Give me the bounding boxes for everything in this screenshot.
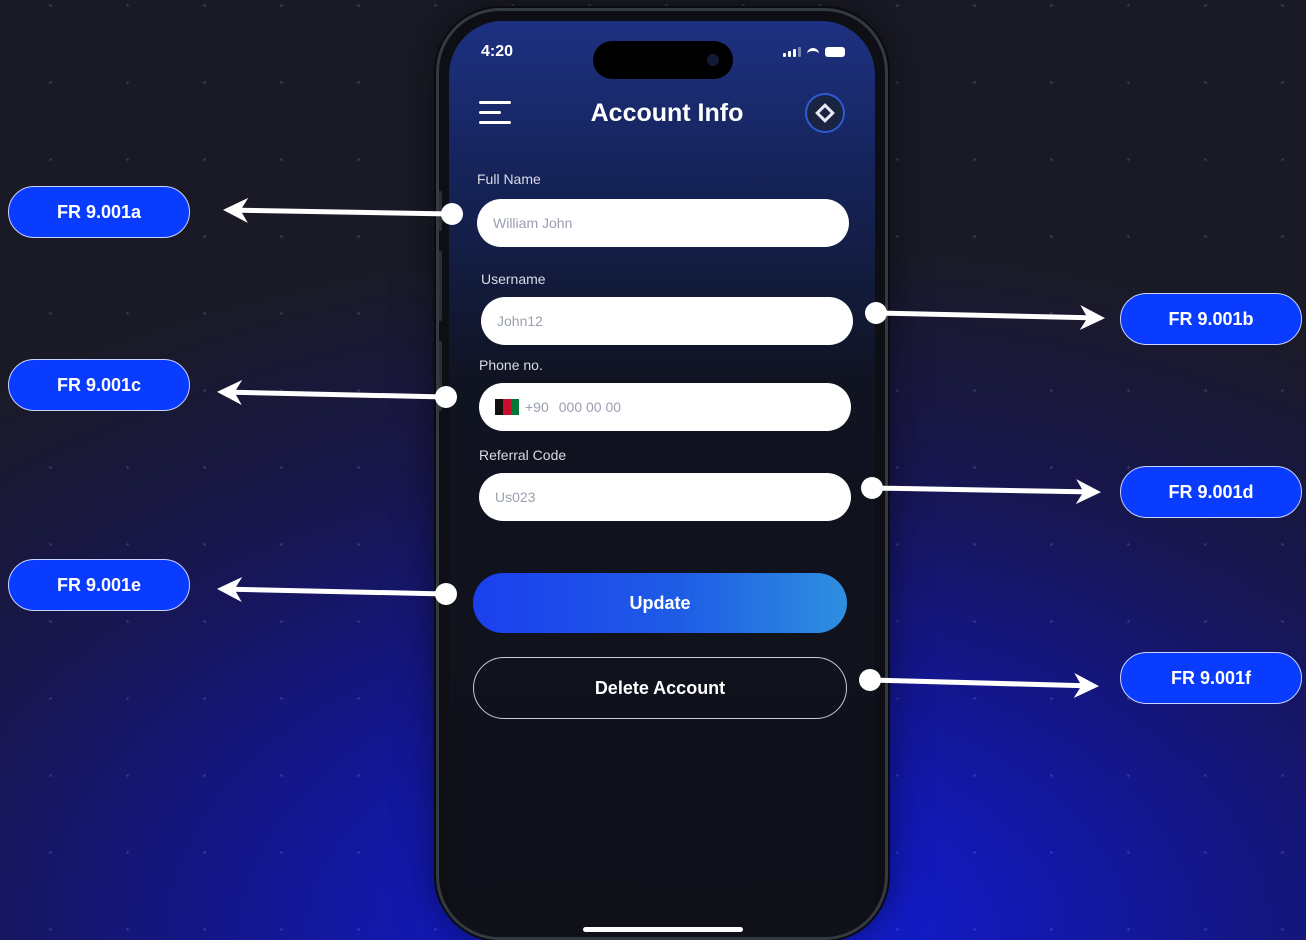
arrow-a [223, 197, 453, 223]
callout-fr-9001c: FR 9.001c [8, 359, 190, 411]
arrow-e [217, 576, 447, 602]
arrow-b-dot [865, 302, 887, 324]
arrow-f-dot [859, 669, 881, 691]
callout-fr-9001e: FR 9.001e [8, 559, 190, 611]
callout-fr-9001b: FR 9.001b [1120, 293, 1302, 345]
arrow-c-dot [435, 386, 457, 408]
arrow-f [869, 672, 1099, 698]
arrow-e-dot [435, 583, 457, 605]
callout-fr-9001d: FR 9.001d [1120, 466, 1302, 518]
callout-fr-9001a: FR 9.001a [8, 186, 190, 238]
arrow-b [875, 305, 1105, 331]
arrow-d-dot [861, 477, 883, 499]
arrow-c [217, 379, 447, 405]
arrow-a-dot [441, 203, 463, 225]
arrow-d [871, 479, 1101, 505]
callout-fr-9001f: FR 9.001f [1120, 652, 1302, 704]
callout-arrows [217, 197, 1105, 698]
